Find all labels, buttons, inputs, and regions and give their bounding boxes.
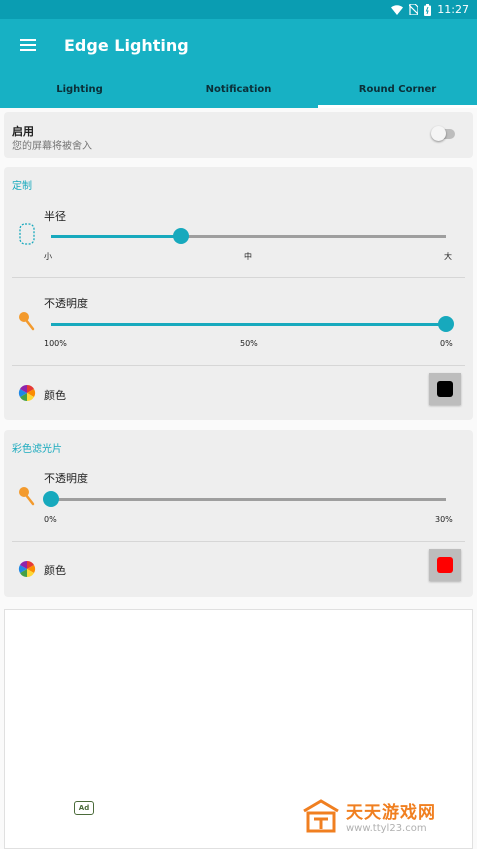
filter-tick-0: 0% — [44, 515, 57, 524]
radius-label: 半径 — [44, 210, 66, 223]
color-swatch — [437, 381, 453, 397]
toggle-thumb[interactable] — [431, 126, 446, 141]
divider — [12, 541, 465, 542]
tab-round-corner[interactable]: Round Corner — [318, 71, 477, 108]
filter-tick-30: 30% — [435, 515, 453, 524]
app-title: Edge Lighting — [64, 35, 189, 55]
radius-tick-small: 小 — [44, 252, 52, 261]
filter-color-label: 颜色 — [44, 564, 66, 577]
color-wheel-icon — [16, 558, 38, 580]
filter-opacity-slider-knob[interactable] — [43, 491, 59, 507]
status-bar: 11:27 — [0, 0, 477, 19]
tab-notification[interactable]: Notification — [159, 71, 318, 108]
color-picker-button[interactable] — [429, 373, 461, 405]
enable-toggle[interactable] — [431, 126, 455, 141]
watermark-name: 天天游戏网 — [346, 803, 436, 823]
divider — [12, 277, 465, 278]
ad-banner[interactable]: Ad 天天游戏网 www.ttyl23.com — [4, 609, 473, 849]
opacity-slider-knob[interactable] — [438, 316, 454, 332]
opacity-slider[interactable] — [51, 315, 454, 333]
ad-badge: Ad — [74, 801, 94, 815]
color-filter-card: 彩色滤光片 不透明度 0% 30% 颜色 — [4, 430, 473, 597]
status-time: 11:27 — [437, 3, 469, 16]
watermark: 天天游戏网 www.ttyl23.com — [302, 798, 436, 834]
filter-opacity-slider-track[interactable] — [51, 498, 446, 501]
wifi-icon — [391, 4, 404, 15]
radius-tick-medium: 中 — [244, 252, 252, 261]
watermark-logo-icon — [303, 799, 339, 833]
opacity-tick-50: 50% — [240, 339, 258, 348]
radius-slider[interactable] — [51, 227, 446, 245]
app-bar: Edge Lighting — [0, 19, 477, 71]
watermark-url: www.ttyl23.com — [346, 823, 427, 834]
color-wheel-icon — [16, 382, 38, 404]
opacity-tick-100: 100% — [44, 339, 67, 348]
filter-opacity-slider[interactable] — [43, 490, 446, 508]
radius-icon — [16, 223, 38, 245]
no-sim-icon — [409, 4, 419, 15]
custom-section-title: 定制 — [12, 181, 32, 192]
opacity-slider-fill — [51, 323, 446, 326]
filter-opacity-label: 不透明度 — [44, 472, 88, 485]
opacity-icon — [16, 485, 38, 507]
enable-card[interactable]: 启用 您的屏幕将被舍入 — [4, 112, 473, 158]
tab-bar: Lighting Notification Round Corner — [0, 71, 477, 108]
opacity-label: 不透明度 — [44, 297, 88, 310]
enable-subtitle: 您的屏幕将被舍入 — [12, 141, 92, 152]
filter-section-title: 彩色滤光片 — [12, 444, 62, 455]
radius-tick-large: 大 — [444, 252, 452, 261]
color-label: 颜色 — [44, 389, 66, 402]
radius-slider-fill — [51, 235, 182, 238]
menu-icon[interactable] — [0, 19, 56, 71]
tab-lighting[interactable]: Lighting — [0, 71, 159, 108]
custom-card: 定制 半径 小 中 大 不透明度 100% 50% 0% 颜色 — [4, 167, 473, 420]
divider — [12, 365, 465, 366]
battery-icon — [424, 3, 432, 16]
filter-color-picker-button[interactable] — [429, 549, 461, 581]
radius-slider-knob[interactable] — [173, 228, 190, 244]
filter-color-swatch — [437, 557, 453, 573]
opacity-icon — [16, 310, 38, 332]
opacity-tick-0: 0% — [440, 339, 453, 348]
